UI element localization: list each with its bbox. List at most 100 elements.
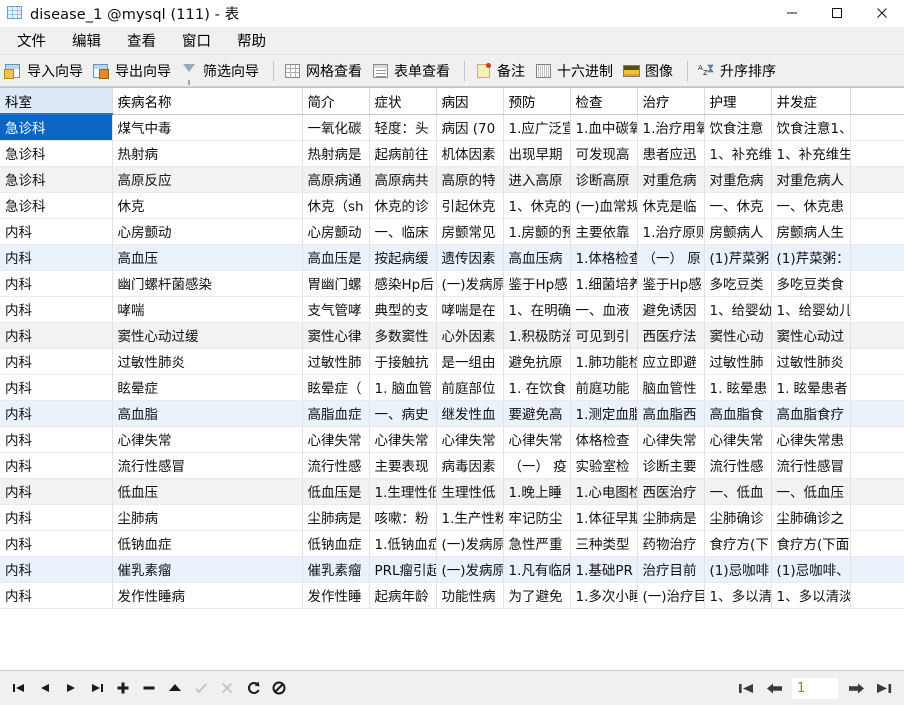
grid-cell-by[interactable]: 是一组由 xyxy=(436,348,504,375)
grid-cell-zl[interactable]: 尘肺病是 xyxy=(637,504,705,531)
grid-cell-jj[interactable]: 高原病通 xyxy=(302,166,370,193)
grid-cell-ks[interactable]: 内科 xyxy=(0,218,113,245)
grid-cell-zz[interactable]: 起病前往 xyxy=(369,140,437,167)
table-row[interactable]: 内科 低钠血症 低钠血症 1.低钠血症 (一)发病原 急性严重 三种类型 药物治疗 食疗方(下食… xyxy=(0,530,904,557)
grid-cell-ks[interactable]: 急诊科 xyxy=(0,192,113,219)
grid-cell-hl[interactable]: 尘肺确诊 xyxy=(704,504,772,531)
grid-cell-bfz[interactable]: 心律失常患 xyxy=(771,426,851,453)
grid-cell-zl[interactable]: 患者应迅 xyxy=(637,140,705,167)
grid-cell-zl[interactable]: (一)治疗目 xyxy=(637,582,705,609)
grid-cell-zl[interactable]: 避免诱因 xyxy=(637,296,705,323)
grid-cell-jbmc[interactable]: 窦性心动过缓 xyxy=(112,322,303,349)
grid-cell-yf[interactable]: 心律失常 xyxy=(503,426,571,453)
grid-cell-bfz[interactable]: 房颤病人生 xyxy=(771,218,851,245)
grid-cell-by[interactable]: 房颤常见 xyxy=(436,218,504,245)
grid-cell-jc[interactable]: 主要依靠 xyxy=(570,218,638,245)
sort-ascending-button[interactable]: A Z 升序排序 xyxy=(695,58,783,84)
table-row[interactable]: 内科 尘肺病 尘肺病是 咳嗽：粉 1.生产性粉 牢记防尘 1.体征早期 尘肺病是 尘肺确诊 尘肺确… xyxy=(0,504,904,531)
grid-cell-ks[interactable]: 内科 xyxy=(0,478,113,505)
hex-button[interactable]: 十六进制 xyxy=(532,58,620,84)
grid-cell-by[interactable]: 继发性血 xyxy=(436,400,504,427)
grid-column-header-bfz[interactable]: 并发症 xyxy=(771,88,851,115)
grid-cell-hl[interactable]: 多吃豆类 xyxy=(704,270,772,297)
grid-cell-jc[interactable]: 1.多次小睡 xyxy=(570,582,638,609)
grid-cell-hl[interactable]: 食疗方(下 xyxy=(704,530,772,557)
grid-cell-by[interactable]: 心律失常 xyxy=(436,426,504,453)
grid-cell-zz[interactable]: 1.低钠血症 xyxy=(369,530,437,557)
grid-column-header-zl[interactable]: 治疗 xyxy=(637,88,705,115)
grid-cell-by[interactable]: 功能性病 xyxy=(436,582,504,609)
table-row[interactable]: 内科 过敏性肺炎 过敏性肺 于接触抗 是一组由 避免抗原 1.肺功能检 应立即避 过敏性肺 过敏性… xyxy=(0,348,904,375)
grid-cell-jc[interactable]: 可发现高 xyxy=(570,140,638,167)
grid-cell-hl[interactable]: (1)忌咖啡 xyxy=(704,556,772,583)
grid-cell-jc[interactable]: 1.基础PR xyxy=(570,556,638,583)
table-row[interactable]: 内科 眩晕症 眩晕症（ 1. 脑血管 前庭部位 1. 在饮食 前庭功能 脑血管性 1. 眩晕患 1… xyxy=(0,374,904,401)
grid-cell-jbmc[interactable]: 煤气中毒 xyxy=(112,114,303,141)
grid-cell-ks[interactable]: 内科 xyxy=(0,530,113,557)
grid-cell-jc[interactable]: 1.血中碳氧 xyxy=(570,114,638,141)
grid-cell-ks[interactable]: 内科 xyxy=(0,270,113,297)
grid-cell-ks[interactable]: 急诊科 xyxy=(0,140,113,167)
grid-cell-zl[interactable]: 西医治疗 xyxy=(637,478,705,505)
minimize-button[interactable] xyxy=(769,0,814,27)
grid-cell-jbmc[interactable]: 心律失常 xyxy=(112,426,303,453)
grid-cell-jc[interactable]: 一、血液 xyxy=(570,296,638,323)
grid-cell-yf[interactable]: 1.晚上睡 xyxy=(503,478,571,505)
grid-cell-jbmc[interactable]: 热射病 xyxy=(112,140,303,167)
stop-button[interactable] xyxy=(266,675,292,701)
grid-view-button[interactable]: 网格查看 xyxy=(281,58,369,84)
grid-cell-jj[interactable]: 心房颤动 xyxy=(302,218,370,245)
menu-edit[interactable]: 编辑 xyxy=(59,27,114,54)
grid-cell-by[interactable]: 1.生产性粉 xyxy=(436,504,504,531)
grid-cell-hl[interactable]: 流行性感 xyxy=(704,452,772,479)
table-row[interactable]: 内科 流行性感冒 流行性感 主要表现 病毒因素 （一） 疫实验室检 诊断主要 流行性感 流行性感… xyxy=(0,452,904,479)
grid-cell-yf[interactable]: 1、休克的 xyxy=(503,192,571,219)
grid-cell-zl[interactable]: 诊断主要 xyxy=(637,452,705,479)
grid-cell-ks[interactable]: 内科 xyxy=(0,374,113,401)
grid-cell-jj[interactable]: 流行性感 xyxy=(302,452,370,479)
grid-cell-jbmc[interactable]: 哮喘 xyxy=(112,296,303,323)
memo-button[interactable]: 备注 xyxy=(472,58,532,84)
grid-cell-ks[interactable]: 内科 xyxy=(0,582,113,609)
grid-cell-jc[interactable]: 1.体格检查 xyxy=(570,244,638,271)
grid-cell-by[interactable]: 前庭部位 xyxy=(436,374,504,401)
last-record-button[interactable] xyxy=(84,675,110,701)
grid-cell-bfz[interactable]: 流行性感冒 xyxy=(771,452,851,479)
grid-cell-yf[interactable]: 要避免高 xyxy=(503,400,571,427)
grid-cell-zl[interactable]: 应立即避 xyxy=(637,348,705,375)
grid-cell-jc[interactable]: 1.测定血脂 xyxy=(570,400,638,427)
grid-cell-jc[interactable]: 诊断高原 xyxy=(570,166,638,193)
grid-cell-yf[interactable]: 1.应广泛宣 xyxy=(503,114,571,141)
grid-cell-bfz[interactable]: 多吃豆类食 xyxy=(771,270,851,297)
menu-view[interactable]: 查看 xyxy=(114,27,169,54)
grid-cell-zl[interactable]: 1.治疗原则 xyxy=(637,218,705,245)
grid-cell-yf[interactable]: 1.房颤的预 xyxy=(503,218,571,245)
grid-cell-by[interactable]: 生理性低 xyxy=(436,478,504,505)
grid-cell-zz[interactable]: 咳嗽：粉 xyxy=(369,504,437,531)
grid-cell-bfz[interactable]: (1)芹菜粥： xyxy=(771,244,851,271)
grid-cell-jbmc[interactable]: 高血压 xyxy=(112,244,303,271)
grid-cell-jc[interactable]: 1.肺功能检 xyxy=(570,348,638,375)
grid-column-header-jbmc[interactable]: 疾病名称 xyxy=(112,88,303,115)
grid-cell-zz[interactable]: 于接触抗 xyxy=(369,348,437,375)
maximize-button[interactable] xyxy=(814,0,859,27)
grid-cell-yf[interactable]: 进入高原 xyxy=(503,166,571,193)
grid-cell-zz[interactable]: 起病年龄 xyxy=(369,582,437,609)
grid-cell-zz[interactable]: 高原病共 xyxy=(369,166,437,193)
grid-cell-jc[interactable]: 前庭功能 xyxy=(570,374,638,401)
menu-file[interactable]: 文件 xyxy=(4,27,59,54)
grid-cell-jc[interactable]: 三种类型 xyxy=(570,530,638,557)
grid-cell-jbmc[interactable]: 流行性感冒 xyxy=(112,452,303,479)
grid-cell-jj[interactable]: 眩晕症（ xyxy=(302,374,370,401)
next-record-button[interactable] xyxy=(58,675,84,701)
export-wizard-button[interactable]: 导出向导 xyxy=(90,58,178,84)
grid-cell-jbmc[interactable]: 催乳素瘤 xyxy=(112,556,303,583)
grid-cell-zl[interactable]: 心律失常 xyxy=(637,426,705,453)
grid-cell-jj[interactable]: 心律失常 xyxy=(302,426,370,453)
grid-cell-hl[interactable]: 房颤病人 xyxy=(704,218,772,245)
page-number-input[interactable]: 1 xyxy=(792,677,838,699)
grid-cell-bfz[interactable]: 高血脂食疗 xyxy=(771,400,851,427)
grid-cell-bfz[interactable]: 尘肺确诊之 xyxy=(771,504,851,531)
grid-cell-hl[interactable]: 饮食注意 xyxy=(704,114,772,141)
grid-cell-jj[interactable]: 过敏性肺 xyxy=(302,348,370,375)
